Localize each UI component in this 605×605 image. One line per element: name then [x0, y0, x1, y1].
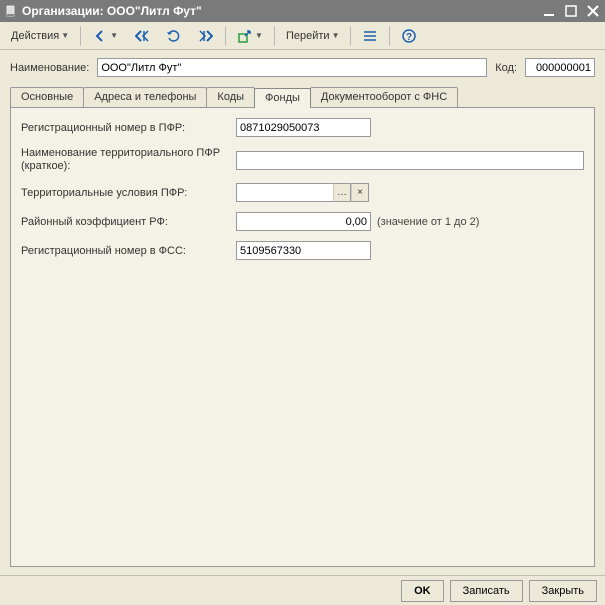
pfr-name-input[interactable]	[236, 151, 584, 170]
pfr-terr-label: Территориальные условия ПФР:	[21, 187, 236, 199]
row-pfr-reg: Регистрационный номер в ПФР:	[21, 118, 584, 137]
export-button[interactable]: ▼	[230, 25, 270, 47]
name-label: Наименование:	[10, 62, 89, 74]
footer: OK Записать Закрыть	[0, 575, 605, 605]
code-label: Код:	[495, 62, 517, 74]
fss-label: Регистрационный номер в ФСС:	[21, 245, 236, 257]
chevron-down-icon: ▼	[255, 31, 263, 40]
window: Организации: ООО"Литл Фут" Действия▼ ▼ ▼…	[0, 0, 605, 605]
actions-menu[interactable]: Действия▼	[4, 25, 76, 47]
close-button[interactable]	[585, 3, 601, 19]
separator	[274, 26, 275, 46]
arrow-left-icon	[92, 28, 108, 44]
refresh-button[interactable]	[159, 25, 189, 47]
pfr-reg-label: Регистрационный номер в ПФР:	[21, 122, 236, 134]
goto-label: Перейти	[286, 30, 330, 42]
separator	[80, 26, 81, 46]
list-button[interactable]	[355, 25, 385, 47]
row-pfr-name: Наименование территориального ПФР (кратк…	[21, 147, 584, 173]
nav-last-button[interactable]	[191, 25, 221, 47]
lookup-clear-button[interactable]: ×	[351, 183, 369, 202]
nav-first-button[interactable]	[127, 25, 157, 47]
pfr-terr-input[interactable]	[236, 183, 333, 202]
list-icon	[362, 28, 378, 44]
tab-main[interactable]: Основные	[10, 87, 84, 107]
arrow-last-icon	[198, 28, 214, 44]
lookup-select-button[interactable]: …	[333, 183, 351, 202]
chevron-down-icon: ▼	[110, 31, 118, 40]
minimize-button[interactable]	[541, 3, 557, 19]
tab-funds[interactable]: Фонды	[254, 88, 311, 108]
separator	[225, 26, 226, 46]
help-button[interactable]: ?	[394, 25, 424, 47]
toolbar: Действия▼ ▼ ▼ Перейти▼ ?	[0, 22, 605, 50]
name-input[interactable]	[97, 58, 487, 77]
coef-hint: (значение от 1 до 2)	[377, 216, 479, 228]
refresh-icon	[166, 28, 182, 44]
chevron-down-icon: ▼	[61, 31, 69, 40]
export-icon	[237, 28, 253, 44]
coef-input[interactable]	[236, 212, 371, 231]
code-input[interactable]	[525, 58, 595, 77]
ok-button[interactable]: OK	[401, 580, 444, 602]
actions-label: Действия	[11, 30, 59, 42]
pfr-name-label: Наименование территориального ПФР (кратк…	[21, 147, 236, 173]
separator	[350, 26, 351, 46]
tabs-container: Основные Адреса и телефоны Коды Фонды До…	[0, 87, 605, 567]
maximize-button[interactable]	[563, 3, 579, 19]
nav-prev-button[interactable]: ▼	[85, 25, 125, 47]
goto-menu[interactable]: Перейти▼	[279, 25, 347, 47]
tabs: Основные Адреса и телефоны Коды Фонды До…	[10, 87, 595, 107]
tab-addresses[interactable]: Адреса и телефоны	[83, 87, 207, 107]
window-buttons	[541, 3, 601, 19]
window-title: Организации: ООО"Литл Фут"	[22, 4, 541, 18]
close-button-footer[interactable]: Закрыть	[529, 580, 597, 602]
arrow-first-icon	[134, 28, 150, 44]
tab-codes[interactable]: Коды	[206, 87, 255, 107]
fss-input[interactable]	[236, 241, 371, 260]
tab-body-funds: Регистрационный номер в ПФР: Наименовани…	[10, 107, 595, 567]
header-row: Наименование: Код:	[0, 50, 605, 87]
pfr-reg-input[interactable]	[236, 118, 371, 137]
tab-docflow[interactable]: Документооборот с ФНС	[310, 87, 458, 107]
row-pfr-terr: Территориальные условия ПФР: … ×	[21, 183, 584, 202]
svg-text:?: ?	[406, 32, 412, 43]
chevron-down-icon: ▼	[332, 31, 340, 40]
coef-label: Районный коэффициент РФ:	[21, 216, 236, 228]
row-coef: Районный коэффициент РФ: (значение от 1 …	[21, 212, 584, 231]
save-button[interactable]: Записать	[450, 580, 523, 602]
app-icon	[4, 4, 18, 18]
help-icon: ?	[401, 28, 417, 44]
titlebar: Организации: ООО"Литл Фут"	[0, 0, 605, 22]
separator	[389, 26, 390, 46]
pfr-terr-lookup: … ×	[236, 183, 369, 202]
row-fss: Регистрационный номер в ФСС:	[21, 241, 584, 260]
